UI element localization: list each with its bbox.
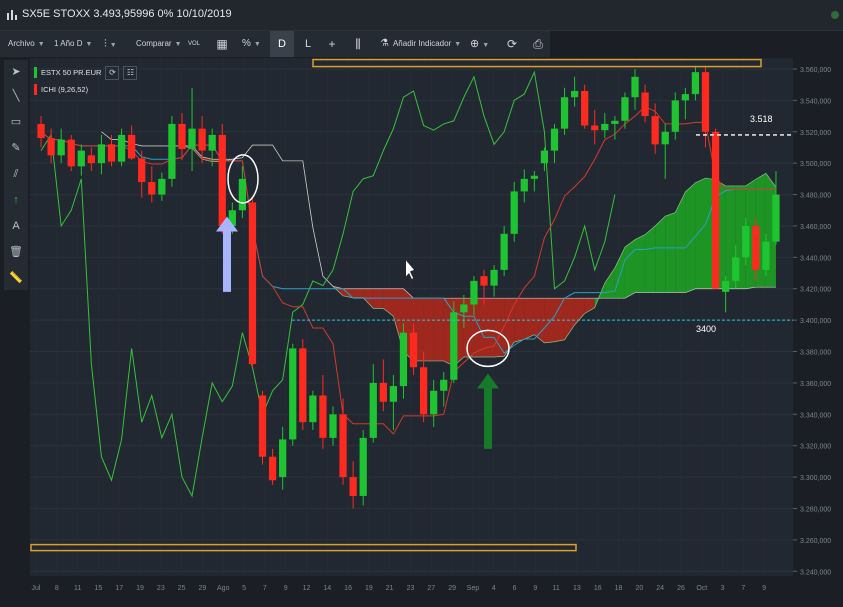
grid-button[interactable]: ▦ <box>210 31 234 57</box>
zoom-menu[interactable]: ⊕ ▼ <box>470 31 489 57</box>
chart-type-menu[interactable]: ⫶ ▼ <box>104 31 117 57</box>
text-tool[interactable]: A <box>4 216 28 236</box>
print-icon: ⎙ <box>533 37 543 51</box>
candle-type-icon: ⫶ <box>104 38 107 50</box>
rectangle-icon: ▭ <box>10 116 22 128</box>
percent-menu[interactable]: % ▼ <box>242 31 261 57</box>
chevron-down-icon: ▼ <box>174 41 182 48</box>
line-label: L <box>304 38 312 50</box>
chart-app-icon <box>7 10 17 20</box>
chevron-down-icon: ▼ <box>109 42 117 49</box>
ohlc-bars-icon: ⫼ <box>355 37 361 51</box>
pen-icon: ✎ <box>11 142 21 154</box>
channel-tool[interactable]: ⫽ <box>4 164 28 184</box>
crosshair-icon: + <box>328 37 336 51</box>
period-select[interactable]: 1 Año D ▼ <box>54 31 92 57</box>
legend-item-ichimoku: ICHI (9,26,52) <box>34 81 137 98</box>
window-title: SX5E STOXX 3.493,95996 0% 10/10/2019 <box>22 8 232 20</box>
zoom-icon: ⊕ <box>470 38 480 50</box>
chart-toolbar: Archivo ▼ 1 Año D ▼ ⫶ ▼ Comparar ▼ VOL ▦ % ▼ … <box>0 31 550 57</box>
percent-label: % <box>242 38 251 49</box>
add-indicator-button[interactable]: ⚗ Añadir Indicador ▼ <box>380 31 461 57</box>
archivo-label: Archivo <box>8 39 35 48</box>
title-bar: SX5E STOXX 3.493,95996 0% 10/10/2019 <box>0 0 843 31</box>
settings-icon[interactable]: ☷ <box>123 65 138 80</box>
price-axis <box>793 58 843 576</box>
period-label: 1 Año D <box>54 39 83 48</box>
chart-legend: ESTX 50 PR.EUR ⟳ ☷ ICHI (9,26,52) <box>34 64 138 98</box>
archivo-menu[interactable]: Archivo ▼ <box>8 31 45 57</box>
legend-swatch <box>34 67 37 78</box>
indicator-icon: ⚗ <box>380 38 389 49</box>
daily-label: D <box>278 38 286 50</box>
chevron-down-icon: ▼ <box>37 41 45 48</box>
chevron-down-icon: ▼ <box>482 42 490 49</box>
chevron-down-icon: ▼ <box>85 41 93 48</box>
ruler-icon: 📏 <box>9 272 23 284</box>
daily-button[interactable]: D <box>270 31 294 57</box>
line-tool-icon: ╲ <box>12 90 20 102</box>
pen-tool[interactable]: ✎ <box>4 138 28 158</box>
trendline-tool[interactable]: ╲ <box>4 86 28 106</box>
volume-button[interactable]: VOL <box>188 31 200 57</box>
channel-icon: ⫽ <box>13 168 19 180</box>
delete-tool[interactable]: 🗑 <box>4 242 28 262</box>
legend-swatch <box>34 84 37 95</box>
cursor-icon: ➤ <box>11 66 21 78</box>
chart-plot-area[interactable] <box>30 58 793 576</box>
refresh-icon: ⟳ <box>506 37 518 51</box>
legend-label-ichimoku: ICHI (9,26,52) <box>41 85 89 94</box>
arrow-tool[interactable]: ↑ <box>4 190 28 210</box>
print-button[interactable]: ⎙ <box>526 31 550 57</box>
comparar-label: Comparar <box>136 39 172 48</box>
reload-icon[interactable]: ⟳ <box>105 65 120 80</box>
trash-icon: 🗑 <box>9 246 23 258</box>
text-icon: A <box>12 220 20 232</box>
measure-tool[interactable]: 📏 <box>4 268 28 288</box>
rectangle-tool[interactable]: ▭ <box>4 112 28 132</box>
grid-icon: ▦ <box>216 37 228 51</box>
vol-label: VOL <box>188 41 201 47</box>
line-button[interactable]: L <box>296 31 320 57</box>
drawing-tools-sidebar: ➤ ╲ ▭ ✎ ⫽ ↑ A 🗑 📏 <box>4 60 28 290</box>
status-dot-icon <box>831 11 839 19</box>
chevron-down-icon: ▼ <box>253 41 261 48</box>
time-axis <box>30 576 793 607</box>
chevron-down-icon: ▼ <box>454 41 462 48</box>
pointer-tool[interactable]: ➤ <box>4 62 28 82</box>
legend-label-price: ESTX 50 PR.EUR <box>41 68 102 77</box>
comparar-menu[interactable]: Comparar ▼ <box>136 31 182 57</box>
arrow-up-icon: ↑ <box>13 194 19 206</box>
legend-item-price: ESTX 50 PR.EUR ⟳ ☷ <box>34 64 138 81</box>
add-indicator-label: Añadir Indicador <box>392 39 452 48</box>
refresh-button[interactable]: ⟳ <box>500 31 524 57</box>
ohlc-button[interactable]: ⫼ <box>346 31 370 57</box>
crosshair-button[interactable]: + <box>320 31 344 57</box>
